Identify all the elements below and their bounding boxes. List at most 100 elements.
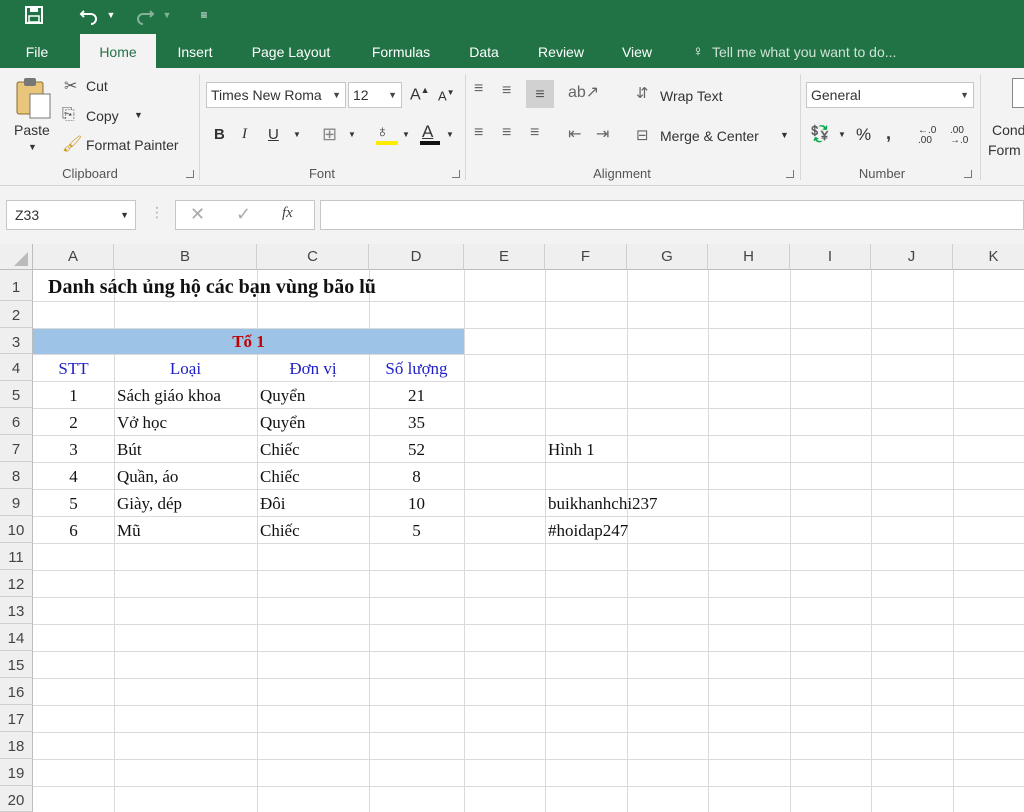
- cell-loai[interactable]: Quần, áo: [117, 464, 178, 490]
- decrease-indent-icon[interactable]: ⇤: [568, 124, 581, 144]
- align-middle-icon[interactable]: ≡: [502, 82, 511, 100]
- cell-loai[interactable]: Sách giáo khoa: [117, 383, 221, 409]
- cell-loai[interactable]: Vở học: [117, 410, 167, 436]
- paste-button[interactable]: Paste: [14, 122, 50, 138]
- tab-view[interactable]: View: [612, 34, 662, 68]
- row-header-8[interactable]: 8: [0, 462, 33, 489]
- increase-decimal-icon[interactable]: ←.0.00: [918, 126, 936, 146]
- chevron-down-icon[interactable]: ▼: [780, 130, 789, 140]
- number-launcher-icon[interactable]: [964, 170, 972, 178]
- paste-icon[interactable]: [14, 76, 54, 120]
- row-header-12[interactable]: 12: [0, 570, 33, 597]
- cell-loai[interactable]: Giày, dép: [117, 491, 182, 517]
- bold-icon[interactable]: B: [214, 126, 225, 143]
- undo-dropdown-icon[interactable]: ▼: [104, 0, 118, 30]
- cell-don-vi[interactable]: Chiếc: [260, 518, 300, 544]
- chevron-down-icon[interactable]: ▼: [402, 130, 410, 139]
- font-name-dropdown[interactable]: Times New Roma ▼: [206, 82, 346, 108]
- cell-f10[interactable]: #hoidap247: [548, 518, 628, 544]
- column-header-b[interactable]: B: [114, 244, 257, 270]
- increase-font-icon[interactable]: A▲: [410, 85, 430, 104]
- cell-stt[interactable]: 1: [33, 383, 114, 409]
- format-painter-button[interactable]: Format Painter: [86, 137, 179, 153]
- column-header-k[interactable]: K: [953, 244, 1024, 270]
- cell-stt[interactable]: 5: [33, 491, 114, 517]
- paste-dropdown-icon[interactable]: ▼: [28, 142, 37, 152]
- row-header-1[interactable]: 1: [0, 270, 33, 301]
- row-header-17[interactable]: 17: [0, 705, 33, 732]
- increase-indent-icon[interactable]: ⇥: [596, 124, 609, 144]
- wrap-text-button[interactable]: Wrap Text: [660, 88, 723, 104]
- cell-stt[interactable]: 3: [33, 437, 114, 463]
- align-bottom-icon[interactable]: ≡: [526, 80, 554, 108]
- row-header-11[interactable]: 11: [0, 543, 33, 570]
- fill-color-icon[interactable]: ♁: [376, 122, 389, 142]
- row-header-19[interactable]: 19: [0, 759, 33, 786]
- cancel-icon[interactable]: ✕: [190, 204, 205, 225]
- currency-icon[interactable]: 💱: [810, 124, 830, 144]
- tab-page-layout[interactable]: Page Layout: [240, 34, 342, 68]
- cell-so-luong[interactable]: 35: [369, 410, 464, 436]
- column-header-d[interactable]: D: [369, 244, 464, 270]
- customize-toolbar-icon[interactable]: ≡: [196, 0, 212, 30]
- save-icon[interactable]: [22, 0, 46, 30]
- number-format-dropdown[interactable]: General ▼: [806, 82, 974, 108]
- chevron-down-icon[interactable]: ▼: [348, 130, 356, 139]
- tab-file[interactable]: File: [14, 34, 60, 68]
- formula-input[interactable]: [320, 200, 1024, 230]
- orientation-icon[interactable]: ab↗: [568, 82, 599, 102]
- cell-stt[interactable]: 6: [33, 518, 114, 544]
- underline-icon[interactable]: U: [268, 126, 279, 143]
- chevron-down-icon[interactable]: ▼: [838, 130, 846, 139]
- column-header-i[interactable]: I: [790, 244, 871, 270]
- column-header-f[interactable]: F: [545, 244, 627, 270]
- cell-don-vi[interactable]: Đôi: [260, 491, 286, 517]
- font-color-icon[interactable]: A: [422, 122, 433, 142]
- row-header-3[interactable]: 3: [0, 328, 33, 354]
- font-size-dropdown[interactable]: 12 ▼: [348, 82, 402, 108]
- chevron-down-icon[interactable]: ▼: [293, 130, 301, 139]
- borders-icon[interactable]: ⊞: [322, 124, 337, 145]
- row-header-5[interactable]: 5: [0, 381, 33, 408]
- undo-icon[interactable]: [78, 0, 100, 30]
- tab-home[interactable]: Home: [80, 34, 156, 68]
- align-right-icon[interactable]: ≡: [530, 124, 539, 142]
- row-header-2[interactable]: 2: [0, 301, 33, 328]
- enter-icon[interactable]: ✓: [236, 204, 251, 225]
- row-header-18[interactable]: 18: [0, 732, 33, 759]
- cell-loai[interactable]: Bút: [117, 437, 142, 463]
- conditional-formatting-label-2[interactable]: Form: [988, 142, 1021, 158]
- row-header-10[interactable]: 10: [0, 516, 33, 543]
- column-header-c[interactable]: C: [257, 244, 369, 270]
- row-header-14[interactable]: 14: [0, 624, 33, 651]
- cell-don-vi[interactable]: Chiếc: [260, 464, 300, 490]
- tell-me-search[interactable]: Tell me what you want to do...: [712, 34, 932, 68]
- row-header-9[interactable]: 9: [0, 489, 33, 516]
- column-header-g[interactable]: G: [627, 244, 708, 270]
- cell-so-luong[interactable]: 10: [369, 491, 464, 517]
- tab-review[interactable]: Review: [526, 34, 596, 68]
- merge-center-button[interactable]: Merge & Center: [660, 128, 759, 144]
- cell-stt[interactable]: 2: [33, 410, 114, 436]
- row-header-16[interactable]: 16: [0, 678, 33, 705]
- percent-icon[interactable]: %: [856, 125, 871, 145]
- cell-loai[interactable]: Mũ: [117, 518, 141, 544]
- row-header-7[interactable]: 7: [0, 435, 33, 462]
- font-launcher-icon[interactable]: [452, 170, 460, 178]
- copy-dropdown-icon[interactable]: ▼: [134, 110, 143, 120]
- row-header-4[interactable]: 4: [0, 354, 33, 381]
- insert-function-icon[interactable]: fx: [282, 205, 293, 222]
- cell-f9[interactable]: buikhanhchi237: [548, 491, 658, 517]
- tab-formulas[interactable]: Formulas: [360, 34, 442, 68]
- name-box[interactable]: Z33 ▼: [6, 200, 136, 230]
- row-header-20[interactable]: 20: [0, 786, 33, 812]
- italic-icon[interactable]: I: [242, 126, 247, 143]
- cell-don-vi[interactable]: Quyển: [260, 383, 305, 409]
- row-header-13[interactable]: 13: [0, 597, 33, 624]
- row-header-15[interactable]: 15: [0, 651, 33, 678]
- alignment-launcher-icon[interactable]: [786, 170, 794, 178]
- conditional-formatting-label[interactable]: Cond: [992, 122, 1024, 138]
- column-header-a[interactable]: A: [33, 244, 114, 270]
- redo-dropdown-icon[interactable]: ▼: [160, 0, 174, 30]
- cell-don-vi[interactable]: Chiếc: [260, 437, 300, 463]
